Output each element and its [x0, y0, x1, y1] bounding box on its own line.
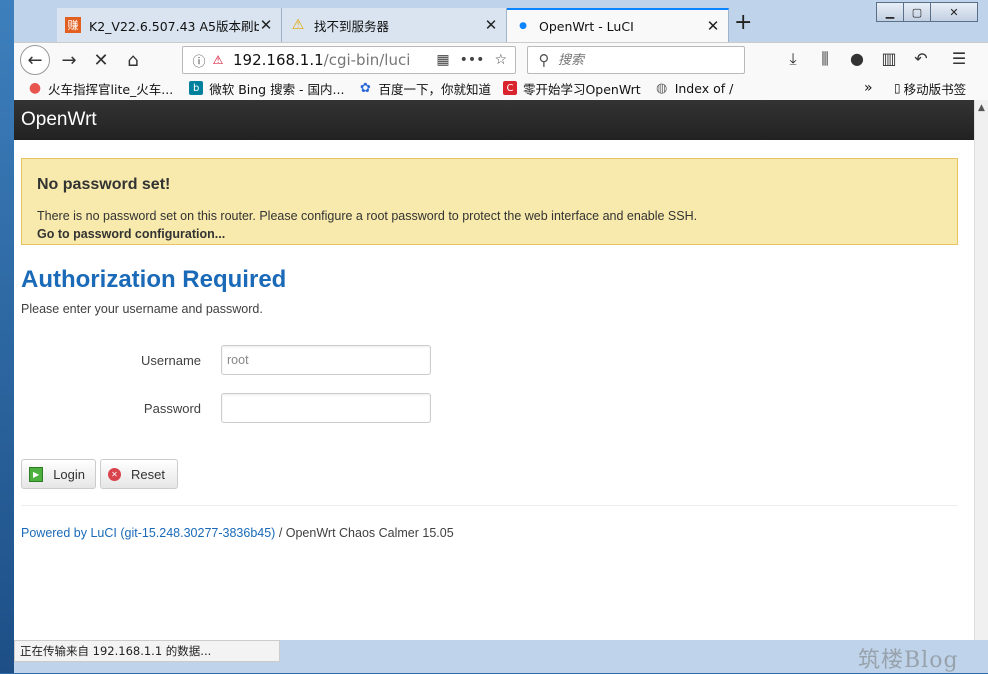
site-favicon-icon: 赚: [65, 17, 81, 33]
loading-dot-icon: ●: [519, 21, 527, 31]
phone-icon: ▯: [894, 81, 901, 95]
qr-code-icon[interactable]: ▦: [436, 52, 449, 68]
footer: Powered by LuCI (git-15.248.30277-3836b4…: [21, 526, 454, 540]
minimize-icon[interactable]: ▁: [876, 2, 904, 22]
sidebar-icon[interactable]: ▥: [878, 49, 900, 68]
luci-link[interactable]: Powered by LuCI (git-15.248.30277-3836b4…: [21, 526, 275, 540]
bookmark-label: 百度一下，你就知道: [378, 81, 491, 97]
pin-icon: ●: [28, 80, 42, 96]
close-tab-icon[interactable]: ✕: [706, 17, 720, 35]
status-text: 正在传输来自 192.168.1.1 的数据...: [20, 644, 212, 658]
menu-icon[interactable]: ☰: [948, 49, 970, 68]
more-bookmarks-icon[interactable]: »: [864, 76, 873, 100]
globe-icon: ◍: [656, 80, 668, 96]
bookmark-item[interactable]: C 零开始学习OpenWrt: [502, 79, 641, 98]
username-input[interactable]: root: [221, 345, 431, 375]
bookmark-item[interactable]: ● 火车指挥官lite_火车...: [28, 79, 173, 98]
scroll-up-icon[interactable]: ▲: [975, 103, 988, 113]
warning-icon: ⚠: [291, 17, 305, 33]
bookmark-item[interactable]: ◍ Index of /: [655, 80, 734, 96]
tab-title: 找不到服务器: [314, 18, 390, 34]
info-icon[interactable]: ⓘ: [189, 51, 209, 70]
home-button[interactable]: ⌂: [119, 46, 147, 74]
reset-label: Reset: [131, 466, 165, 482]
luci-header: OpenWrt: [14, 100, 974, 140]
bing-icon: b: [189, 81, 204, 95]
tab-bar: 赚 K2_V22.6.507.43 A5版本刷bre ✕ ⚠ 找不到服务器 ✕ …: [14, 0, 874, 42]
library-icon[interactable]: ⫼: [814, 49, 836, 69]
tab-openwrt-luci[interactable]: ● OpenWrt - LuCI ✕: [507, 8, 729, 42]
bookmark-label: 火车指挥官lite_火车...: [48, 81, 174, 97]
close-tab-icon[interactable]: ✕: [259, 16, 273, 34]
reset-button[interactable]: ✕ Reset: [100, 459, 178, 489]
login-label: Login: [53, 466, 85, 482]
bookmark-item[interactable]: b 微软 Bing 搜索 - 国内...: [189, 79, 344, 98]
new-tab-button[interactable]: +: [734, 10, 752, 35]
baidu-icon: ✿: [360, 80, 371, 96]
back-button[interactable]: ←: [20, 45, 50, 75]
login-icon: ▶: [29, 466, 44, 482]
mobile-bookmarks-label: 移动版书签: [903, 81, 967, 97]
vertical-scrollbar[interactable]: ▲: [974, 100, 988, 640]
stop-button[interactable]: ✕: [87, 46, 115, 74]
login-button[interactable]: ▶ Login: [21, 459, 96, 489]
window-border: [14, 662, 988, 673]
footer-version: / OpenWrt Chaos Calmer 15.05: [275, 526, 454, 540]
browser-window: 赚 K2_V22.6.507.43 A5版本刷bre ✕ ⚠ 找不到服务器 ✕ …: [14, 0, 988, 673]
alert-text: There is no password set on this router.…: [37, 209, 698, 223]
tab-title: OpenWrt - LuCI: [539, 18, 634, 34]
bookmark-label: 零开始学习OpenWrt: [522, 81, 641, 97]
watermark: 筑楼Blog: [858, 648, 959, 673]
url-host: 192.168.1.1: [233, 51, 324, 69]
download-icon[interactable]: ⤓: [782, 49, 804, 69]
no-password-alert: No password set! There is no password se…: [21, 158, 958, 245]
page-actions-icon[interactable]: •••: [460, 52, 485, 68]
reset-icon: ✕: [108, 467, 121, 481]
status-bar: 正在传输来自 192.168.1.1 的数据...: [14, 640, 280, 662]
username-label: Username: [141, 353, 201, 368]
search-bar[interactable]: ⚲: [527, 46, 745, 74]
insecure-icon: ⚠: [212, 53, 224, 67]
close-tab-icon[interactable]: ✕: [484, 16, 498, 34]
c-icon: C: [502, 81, 517, 95]
chat-icon[interactable]: ●: [846, 49, 868, 68]
maximize-icon[interactable]: ▢: [903, 2, 931, 22]
bookmark-label: Index of /: [674, 80, 734, 96]
bookmark-label: 微软 Bing 搜索 - 国内...: [209, 81, 345, 97]
alert-title: No password set!: [37, 176, 171, 193]
bookmark-star-icon[interactable]: ☆: [494, 52, 507, 68]
page-description: Please enter your username and password.: [21, 302, 263, 316]
bookmarks-toolbar: ● 火车指挥官lite_火车... b 微软 Bing 搜索 - 国内... ✿…: [14, 76, 988, 101]
password-input[interactable]: [221, 393, 431, 423]
password-label: Password: [143, 401, 201, 416]
undo-icon[interactable]: ↶: [910, 49, 932, 68]
page-content: OpenWrt No password set! There is no pas…: [14, 100, 974, 640]
bookmark-item[interactable]: ✿ 百度一下，你就知道: [358, 79, 491, 98]
password-config-link[interactable]: Go to password configuration...: [37, 227, 942, 241]
url-bar[interactable]: ⓘ ⚠ 192.168.1.1 /cgi-bin/luci ▦ ••• ☆: [182, 46, 516, 74]
url-path: /cgi-bin/luci: [323, 51, 411, 69]
page-title: Authorization Required: [21, 266, 287, 293]
search-icon: ⚲: [538, 51, 550, 69]
desktop-edge: [0, 0, 14, 673]
window-controls: ▁ ▢ ✕: [876, 2, 978, 22]
tab-k2[interactable]: 赚 K2_V22.6.507.43 A5版本刷bre ✕: [57, 8, 282, 42]
tab-server-not-found[interactable]: ⚠ 找不到服务器 ✕: [282, 8, 507, 42]
divider: [21, 505, 958, 506]
close-window-icon[interactable]: ✕: [930, 2, 978, 22]
search-input[interactable]: [556, 51, 730, 69]
tab-title: K2_V22.6.507.43 A5版本刷bre: [89, 18, 259, 34]
nav-toolbar: ← → ✕ ⌂ ⓘ ⚠ 192.168.1.1 /cgi-bin/luci ▦ …: [14, 42, 988, 77]
brand-link[interactable]: OpenWrt: [21, 109, 97, 131]
forward-button[interactable]: →: [55, 46, 83, 74]
mobile-bookmarks[interactable]: ▯ 移动版书签: [894, 76, 966, 100]
